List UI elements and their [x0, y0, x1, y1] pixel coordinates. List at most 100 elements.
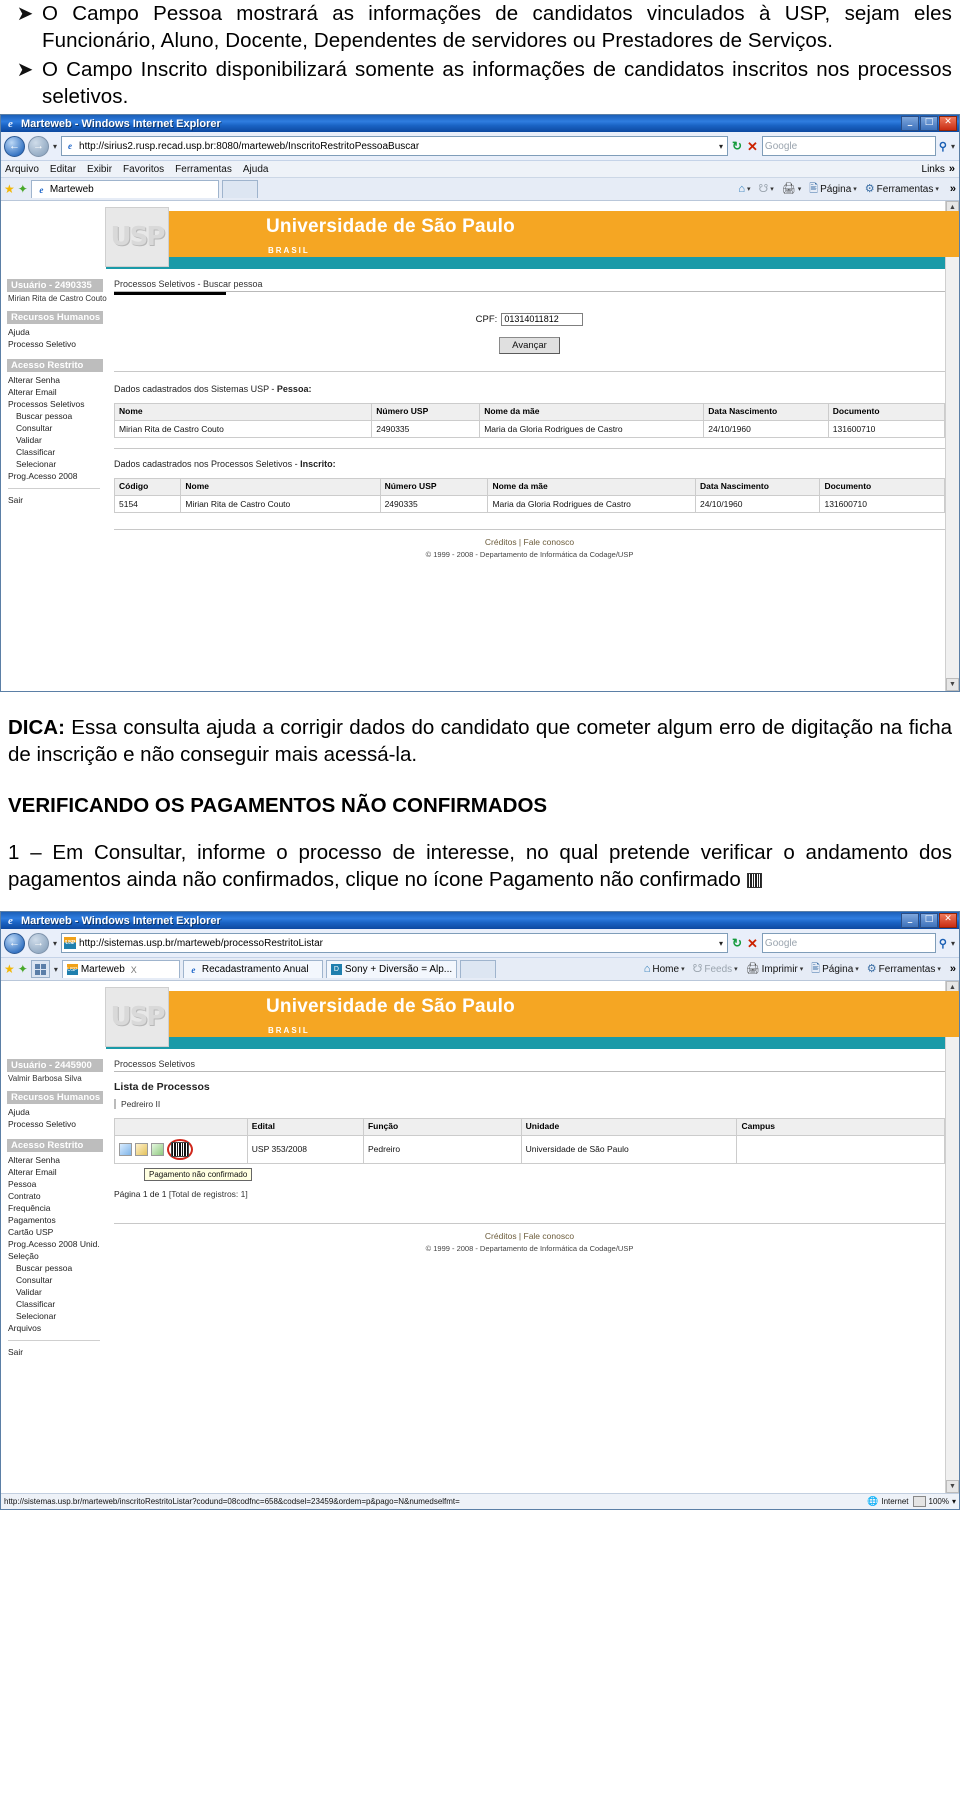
page-menu-button[interactable]: 🖹 Página ▾ — [809, 183, 857, 195]
add-favorite-icon[interactable]: ✦ — [18, 963, 28, 975]
sidebar-item-alterar-email[interactable]: Alterar Email — [1, 386, 106, 398]
sidebar-item-selecionar[interactable]: Selecionar — [1, 1310, 106, 1322]
home-button[interactable]: ⌂ Home ▾ — [644, 963, 685, 975]
sidebar-item-buscar-pessoa[interactable]: Buscar pessoa — [1, 1262, 106, 1274]
sidebar-item-validar[interactable]: Validar — [1, 1286, 106, 1298]
sidebar-item-processo-seletivo[interactable]: Processo Seletivo — [1, 1118, 106, 1130]
address-field[interactable]: USP http://sistemas.usp.br/marteweb/proc… — [61, 933, 728, 953]
address-field[interactable]: e http://sirius2.rusp.recad.usp.br:8080/… — [61, 136, 728, 156]
sidebar-item-classificar[interactable]: Classificar — [1, 446, 106, 458]
sidebar-item-arquivos[interactable]: Arquivos — [1, 1322, 106, 1334]
minimize-button[interactable]: _ — [901, 913, 919, 928]
search-dropdown-icon[interactable]: ▾ — [950, 142, 956, 151]
sidebar-item-prog-acesso-unid[interactable]: Prog.Acesso 2008 Unid. — [1, 1238, 106, 1250]
history-dropdown-icon[interactable]: ▾ — [52, 939, 58, 948]
edit-icon[interactable] — [135, 1142, 148, 1156]
sidebar-item-consultar[interactable]: Consultar — [1, 422, 106, 434]
tab-new[interactable] — [460, 960, 497, 978]
menu-editar[interactable]: Editar — [50, 164, 76, 175]
sidebar-item-ajuda[interactable]: Ajuda — [1, 326, 106, 338]
maximize-button[interactable]: □ — [920, 913, 938, 928]
zoom-control[interactable]: 100% ▾ — [912, 1496, 956, 1507]
menu-ferramentas[interactable]: Ferramentas — [175, 164, 232, 175]
stop-icon[interactable]: ✕ — [746, 140, 759, 153]
tools-menu-button[interactable]: ⚙ Ferramentas ▾ — [867, 963, 941, 975]
maximize-button[interactable]: □ — [920, 116, 938, 131]
sidebar-item-cartao-usp[interactable]: Cartão USP — [1, 1226, 106, 1238]
sidebar-item-validar[interactable]: Validar — [1, 434, 106, 446]
links-button[interactable]: Links — [922, 164, 945, 175]
refresh-icon[interactable]: ↻ — [731, 140, 743, 152]
toolbar-overflow-icon[interactable]: » — [950, 183, 956, 195]
sidebar-item-processo-seletivo[interactable]: Processo Seletivo — [1, 338, 106, 350]
barcode-icon[interactable] — [171, 1141, 189, 1157]
forward-button[interactable]: → — [28, 135, 49, 157]
scroll-down-icon[interactable]: ▼ — [946, 1480, 959, 1493]
print-button[interactable]: 🖨 ▾ — [782, 183, 801, 195]
address-dropdown-icon[interactable]: ▾ — [719, 142, 725, 151]
sidebar-item-processos-seletivos[interactable]: Processos Seletivos — [1, 398, 106, 410]
menu-favoritos[interactable]: Favoritos — [123, 164, 164, 175]
stop-icon[interactable]: ✕ — [746, 937, 759, 950]
history-dropdown-icon[interactable]: ▾ — [52, 142, 58, 151]
tab-close-icon[interactable]: X — [131, 965, 137, 975]
tab-list-dropdown-icon[interactable]: ▾ — [53, 965, 59, 974]
address-dropdown-icon[interactable]: ▾ — [719, 939, 725, 948]
print-button[interactable]: 🖨 Imprimir ▾ — [746, 963, 804, 975]
sidebar-item-pessoa[interactable]: Pessoa — [1, 1178, 106, 1190]
close-button[interactable]: ✕ — [939, 913, 957, 928]
search-input[interactable]: Google — [761, 933, 936, 953]
favorites-center-icon[interactable]: ★ — [4, 183, 15, 195]
sidebar-item-prog-acesso[interactable]: Prog.Acesso 2008 — [1, 470, 106, 482]
page-menu-button[interactable]: 🖹 Página ▾ — [811, 963, 859, 975]
close-button[interactable]: ✕ — [939, 116, 957, 131]
sidebar-item-alterar-senha[interactable]: Alterar Senha — [1, 1154, 106, 1166]
copy-icon[interactable] — [119, 1142, 132, 1156]
cpf-input[interactable] — [501, 313, 584, 326]
forward-button[interactable]: → — [28, 932, 49, 954]
sidebar-item-frequencia[interactable]: Frequência — [1, 1202, 106, 1214]
tab-sony[interactable]: D Sony + Diversão = Alp... — [325, 960, 458, 978]
zoom-caret[interactable]: ▾ — [952, 1497, 956, 1506]
sidebar-item-alterar-email[interactable]: Alterar Email — [1, 1166, 106, 1178]
footer-links[interactable]: Créditos | Fale conosco — [114, 1231, 945, 1241]
avancar-button[interactable]: Avançar — [499, 337, 560, 354]
sidebar-item-buscar-pessoa[interactable]: Buscar pessoa — [1, 410, 106, 422]
sidebar-item-pagamentos[interactable]: Pagamentos — [1, 1214, 106, 1226]
toolbar-overflow-icon[interactable]: » — [950, 963, 956, 975]
tab-marteweb[interactable]: USP Marteweb X — [61, 960, 180, 978]
menu-overflow-icon[interactable]: » — [949, 163, 955, 175]
footer-links[interactable]: Créditos | Fale conosco — [114, 537, 945, 547]
tab-recadastramento[interactable]: e Recadastramento Anual — [182, 960, 323, 978]
search-icon[interactable]: ⚲ — [939, 937, 947, 950]
add-favorite-icon[interactable]: ✦ — [18, 183, 28, 195]
sidebar-item-sair[interactable]: Sair — [1, 494, 106, 506]
favorites-center-icon[interactable]: ★ — [4, 963, 15, 975]
doc-icon[interactable] — [151, 1142, 164, 1156]
sidebar-item-alterar-senha[interactable]: Alterar Senha — [1, 374, 106, 386]
back-button[interactable]: ← — [4, 932, 25, 954]
scroll-down-icon[interactable]: ▼ — [946, 678, 959, 691]
sidebar-item-sair[interactable]: Sair — [1, 1346, 106, 1358]
sidebar-item-classificar[interactable]: Classificar — [1, 1298, 106, 1310]
tab-new[interactable] — [221, 180, 258, 198]
sidebar-item-contrato[interactable]: Contrato — [1, 1190, 106, 1202]
quick-tabs-icon[interactable] — [30, 960, 50, 978]
back-button[interactable]: ← — [4, 135, 25, 157]
refresh-icon[interactable]: ↻ — [731, 937, 743, 949]
sidebar-item-selecao[interactable]: Seleção — [1, 1250, 106, 1262]
tools-menu-button[interactable]: ⚙ Ferramentas ▾ — [865, 183, 939, 195]
vertical-scrollbar[interactable]: ▲ ▼ — [945, 981, 959, 1493]
sidebar-item-consultar[interactable]: Consultar — [1, 1274, 106, 1286]
search-icon[interactable]: ⚲ — [939, 140, 947, 153]
feeds-button[interactable]: ☋ Feeds ▾ — [693, 963, 738, 975]
feeds-button[interactable]: ☋ ▾ — [759, 183, 774, 195]
sidebar-item-selecionar[interactable]: Selecionar — [1, 458, 106, 470]
search-input[interactable]: Google — [761, 136, 936, 156]
vertical-scrollbar[interactable]: ▲ ▼ — [945, 201, 959, 691]
menu-ajuda[interactable]: Ajuda — [243, 164, 269, 175]
tab-marteweb[interactable]: e Marteweb — [30, 180, 219, 198]
menu-exibir[interactable]: Exibir — [87, 164, 112, 175]
sidebar-item-ajuda[interactable]: Ajuda — [1, 1106, 106, 1118]
home-button[interactable]: ⌂ ▾ — [738, 183, 750, 195]
